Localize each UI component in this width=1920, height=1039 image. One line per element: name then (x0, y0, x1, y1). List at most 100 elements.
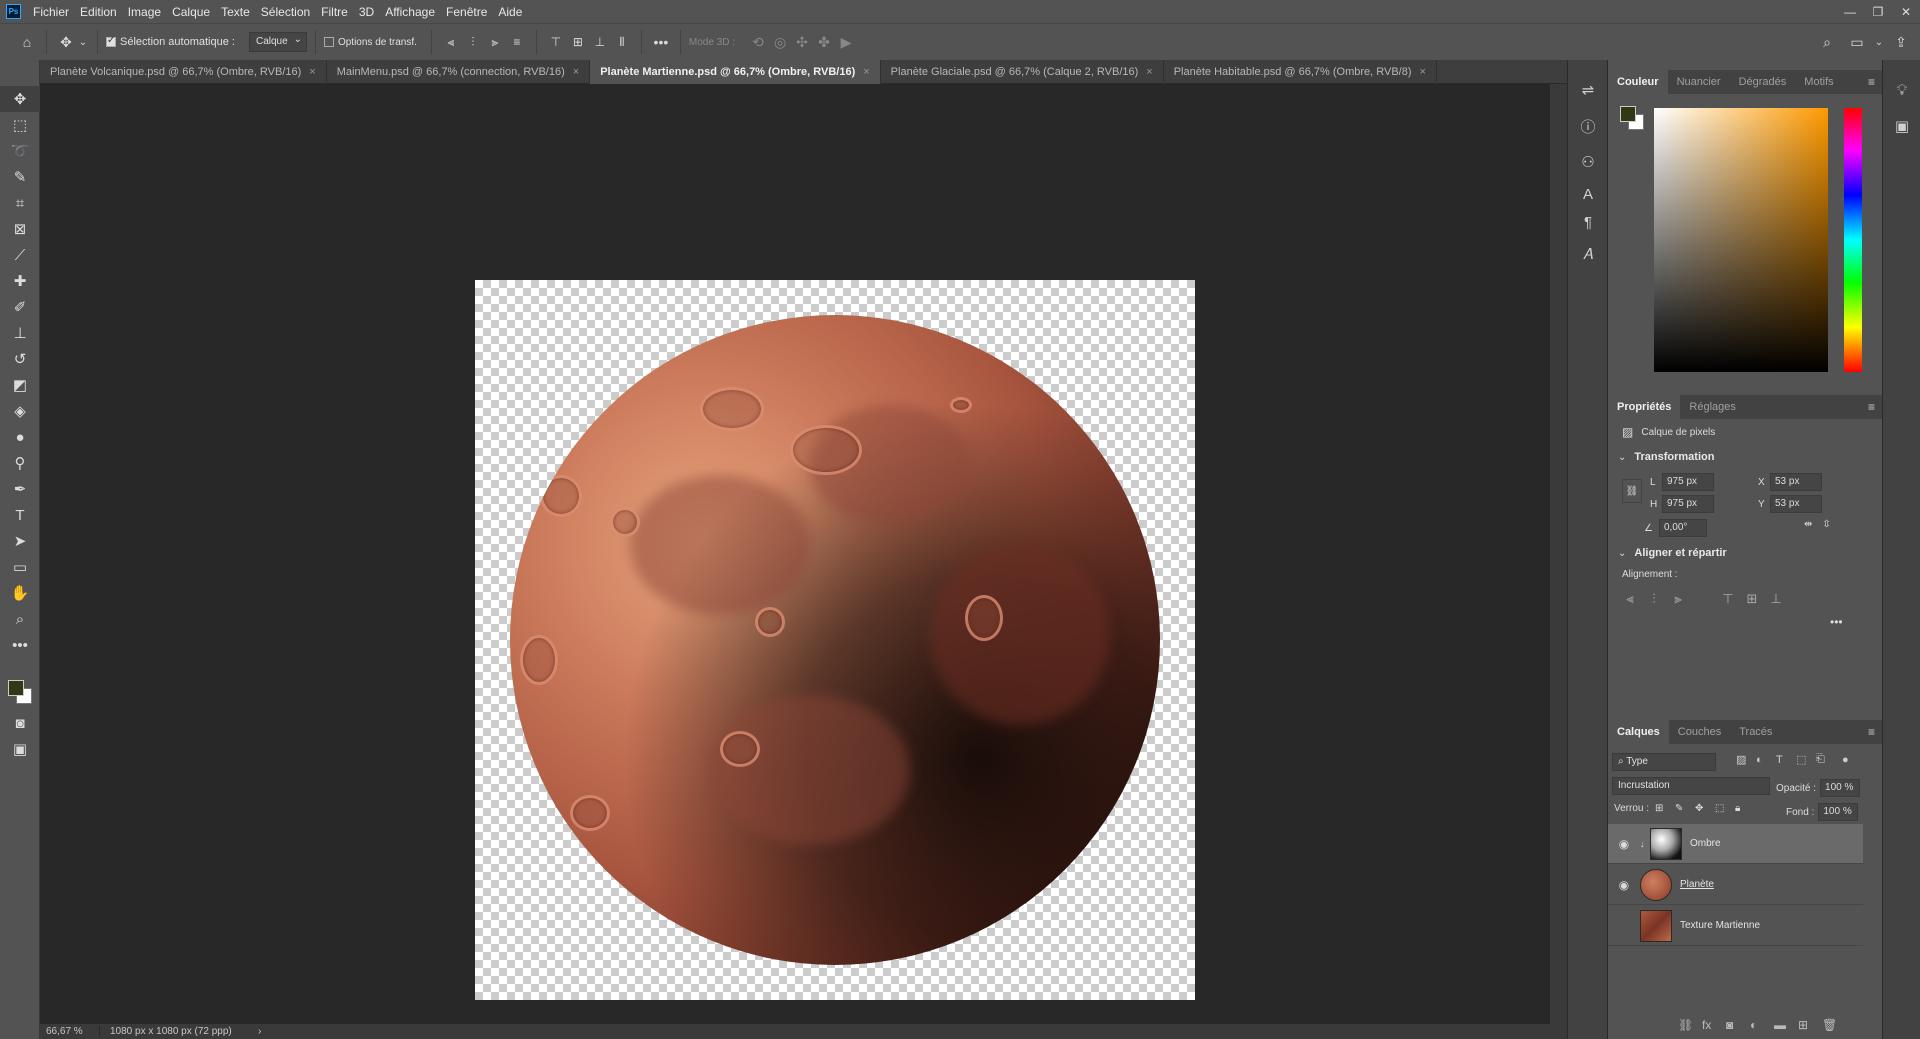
menu-filtre[interactable]: Filtre (321, 5, 348, 19)
tab-nuancier[interactable]: Nuancier (1668, 70, 1730, 94)
camera-3d-icon[interactable]: ▶ (835, 31, 857, 53)
filter-toggle-icon[interactable]: ● (1842, 754, 1854, 766)
layer-name[interactable]: Texture Martienne (1680, 920, 1760, 931)
fill-field[interactable]: 100 % (1818, 803, 1859, 821)
align-bottom-icon[interactable]: ⊥ (1764, 591, 1788, 607)
layer-texture-martienne[interactable]: ◉ Texture Martienne (1608, 906, 1863, 946)
zoom-level[interactable]: 66,67 % (40, 1026, 100, 1037)
lock-transparent-icon[interactable]: ⊞ (1655, 803, 1675, 814)
eraser-tool-icon[interactable]: ◩ (0, 372, 40, 398)
align-right-icon[interactable]: ⫸ (1666, 591, 1690, 607)
hand-tool-icon[interactable]: ✋ (0, 580, 40, 606)
tab-planete-habitable[interactable]: Planète Habitable.psd @ 66,7% (Ombre, RV… (1164, 60, 1437, 84)
hue-slider[interactable] (1844, 108, 1862, 372)
menu-selection[interactable]: Sélection (261, 5, 310, 19)
restore-button[interactable]: ❐ (1864, 0, 1892, 23)
tab-traces[interactable]: Tracés (1730, 720, 1781, 744)
close-window-button[interactable]: ✕ (1892, 0, 1920, 23)
layer-filter-dropdown[interactable]: ⌕ Type (1612, 753, 1716, 771)
status-arrow-icon[interactable]: › (258, 1026, 261, 1037)
panel-menu-icon[interactable]: ≡ (1868, 400, 1875, 414)
layer-name[interactable]: Ombre (1690, 838, 1721, 849)
tab-planete-glaciale[interactable]: Planète Glaciale.psd @ 66,7% (Calque 2, … (881, 60, 1164, 84)
tab-proprietes[interactable]: Propriétés (1608, 395, 1681, 419)
adjustment-layer-icon[interactable]: ◐ (1750, 1018, 1774, 1032)
new-layer-icon[interactable]: ⊞ (1798, 1018, 1822, 1032)
more-options-icon[interactable]: ••• (650, 31, 672, 53)
flip-vertical-icon[interactable]: ⇳ (1822, 519, 1830, 530)
history-brush-icon[interactable]: ↺ (0, 346, 40, 372)
quick-mask-icon[interactable]: ◙ (0, 710, 40, 736)
lock-artboard-icon[interactable]: ⬚ (1715, 803, 1735, 814)
panel-menu-icon[interactable]: ≡ (1868, 725, 1875, 739)
paint-bucket-icon[interactable]: ◈ (0, 398, 40, 424)
chevron-down-icon[interactable]: ⌄ (77, 31, 89, 53)
screen-mode-icon[interactable]: ▣ (0, 736, 40, 762)
height-field[interactable]: 975 px (1662, 495, 1714, 513)
frame-tool-icon[interactable]: ⊠ (0, 216, 40, 242)
eye-icon[interactable]: ◉ (1608, 837, 1640, 851)
close-icon[interactable]: × (573, 66, 579, 78)
menu-edition[interactable]: Edition (80, 5, 117, 19)
layer-name[interactable]: Planète (1680, 879, 1714, 890)
eye-hidden-icon[interactable]: ◉ (1608, 919, 1640, 933)
workspace-icon[interactable]: ▭ (1846, 31, 1868, 53)
align-left-icon[interactable]: ⫷ (440, 31, 462, 53)
clone-stamp-icon[interactable]: ⊥ (0, 320, 40, 346)
tab-calques[interactable]: Calques (1608, 720, 1669, 744)
foreground-color[interactable] (8, 680, 24, 696)
tab-planete-volcanique[interactable]: Planète Volcanique.psd @ 66,7% (Ombre, R… (40, 60, 327, 84)
eyedropper-tool-icon[interactable]: ⟋ (0, 242, 40, 268)
dodge-tool-icon[interactable]: ⚲ (0, 450, 40, 476)
menu-image[interactable]: Image (128, 5, 161, 19)
close-icon[interactable]: × (1146, 66, 1152, 78)
filter-pixel-icon[interactable]: ▨ (1736, 753, 1756, 766)
healing-brush-icon[interactable]: ✚ (0, 268, 40, 294)
brush-tool-icon[interactable]: ✐ (0, 294, 40, 320)
zoom-tool-icon[interactable]: ⌕ (0, 606, 40, 632)
align-left-icon[interactable]: ⫷ (1618, 591, 1642, 607)
pen-tool-icon[interactable]: ✒ (0, 476, 40, 502)
paragraph-panel-icon[interactable]: ¶ (1568, 208, 1608, 236)
info-panel-icon[interactable]: ⓘ (1568, 108, 1608, 144)
marquee-tool-icon[interactable]: ⬚ (0, 112, 40, 138)
blend-mode-dropdown[interactable]: Incrustation (1612, 777, 1770, 795)
close-icon[interactable]: × (309, 66, 315, 78)
move-tool-icon[interactable]: ✥ (55, 31, 77, 53)
navigator-panel-icon[interactable]: ⚇ (1568, 144, 1608, 180)
align-hcenter-icon[interactable]: ⫶ (1642, 591, 1666, 607)
align-vcenter-icon[interactable]: ⊞ (1740, 591, 1764, 607)
tab-couches[interactable]: Couches (1669, 720, 1730, 744)
auto-select-dropdown[interactable]: Calque (248, 32, 307, 52)
blur-tool-icon[interactable]: ● (0, 424, 40, 450)
align-top-icon[interactable]: ⊤ (545, 31, 567, 53)
chevron-down-icon[interactable]: ⌄ (1618, 548, 1626, 559)
crop-tool-icon[interactable]: ⌗ (0, 190, 40, 216)
distribute-vertical-icon[interactable]: ⦀ (611, 31, 633, 53)
x-field[interactable]: 53 px (1770, 473, 1822, 491)
quick-selection-tool-icon[interactable]: ✎ (0, 164, 40, 190)
canvas-area[interactable] (40, 84, 1550, 1024)
menu-3d[interactable]: 3D (359, 5, 374, 19)
eye-icon[interactable]: ◉ (1608, 878, 1640, 892)
foreground-color[interactable] (1620, 106, 1636, 122)
flip-horizontal-icon[interactable]: ⇹ (1804, 519, 1812, 530)
search-icon[interactable]: ⌕ (1816, 31, 1838, 53)
new-group-icon[interactable]: ▬ (1774, 1018, 1798, 1032)
lock-position-icon[interactable]: ✥ (1695, 803, 1715, 814)
menu-calque[interactable]: Calque (172, 5, 210, 19)
move-tool-icon[interactable]: ✥ (0, 86, 40, 112)
lock-image-icon[interactable]: ✎ (1675, 803, 1695, 814)
lasso-tool-icon[interactable]: ➰ (0, 138, 40, 164)
character-panel-icon[interactable]: A (1568, 180, 1608, 208)
filter-adjustment-icon[interactable]: ◐ (1756, 754, 1776, 766)
close-icon[interactable]: × (1420, 66, 1426, 78)
more-tools-icon[interactable]: ••• (0, 632, 40, 658)
history-panel-icon[interactable]: ⇌ (1568, 72, 1608, 108)
distribute-icon[interactable]: ≡ (506, 31, 528, 53)
document-canvas[interactable] (475, 280, 1195, 1000)
panel-menu-icon[interactable]: ≡ (1868, 75, 1875, 89)
align-bottom-icon[interactable]: ⊥ (589, 31, 611, 53)
tab-couleur[interactable]: Couleur (1608, 70, 1668, 94)
auto-select-checkbox[interactable] (106, 35, 116, 47)
